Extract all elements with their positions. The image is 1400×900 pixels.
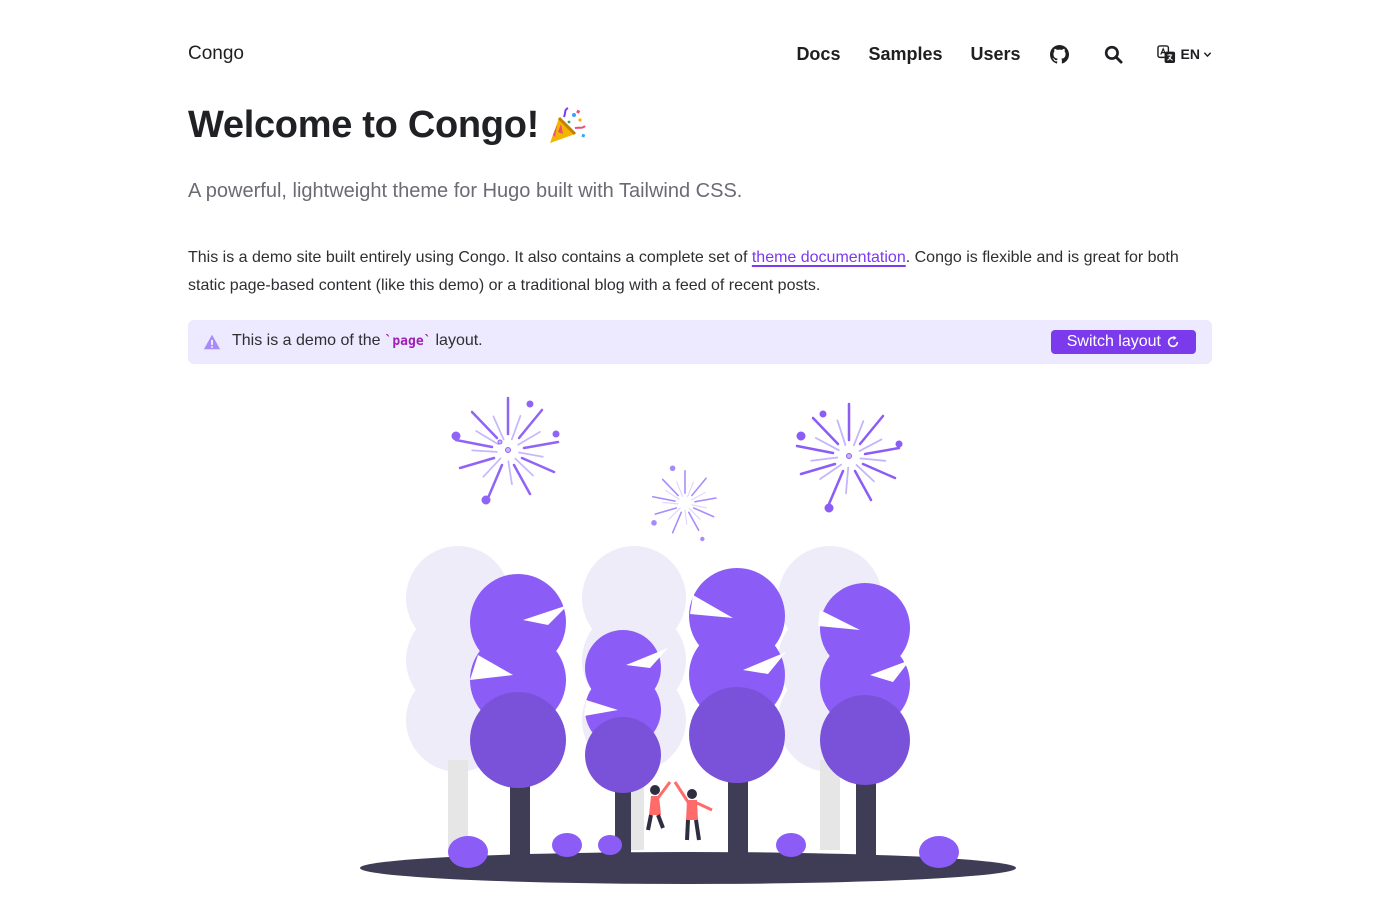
theme-documentation-link[interactable]: theme documentation <box>752 249 906 266</box>
site-header: Congo Docs Samples Users EN <box>188 40 1212 68</box>
party-popper-icon <box>547 106 587 146</box>
firework-left <box>451 396 560 505</box>
lead-paragraph: A powerful, lightweight theme for Hugo b… <box>188 180 743 202</box>
people-high-five <box>646 781 713 841</box>
chevron-down-icon <box>1203 46 1212 62</box>
main-nav: Docs Samples Users EN <box>796 40 1212 68</box>
alert-code: `page` <box>384 334 432 349</box>
intro-paragraph: This is a demo site built entirely using… <box>188 244 1212 300</box>
switch-layout-label: Switch layout <box>1066 333 1161 350</box>
nav-users[interactable]: Users <box>971 44 1021 65</box>
tree-4 <box>818 583 910 785</box>
search-icon[interactable] <box>1103 43 1125 65</box>
layout-alert: This is a demo of the `page` layout. Switc… <box>188 320 1212 364</box>
tree-2 <box>584 630 668 793</box>
refresh-icon <box>1166 335 1180 349</box>
nav-samples[interactable]: Samples <box>868 44 942 65</box>
intro-text-start: This is a demo site built entirely using… <box>188 249 752 266</box>
language-switcher[interactable]: EN <box>1156 44 1212 64</box>
alert-text-after: layout. <box>435 332 483 349</box>
warning-triangle-icon <box>203 333 221 351</box>
page-title-text: Welcome to Congo! <box>188 104 539 146</box>
translate-icon <box>1156 44 1176 64</box>
github-icon[interactable] <box>1049 43 1071 65</box>
switch-layout-button[interactable]: Switch layout <box>1050 330 1196 354</box>
celebration-illustration <box>358 390 1038 890</box>
alert-text-before: This is a demo of the <box>232 332 381 349</box>
alert-message: This is a demo of the `page` layout. <box>232 332 483 350</box>
tree-1 <box>470 574 568 788</box>
language-label: EN <box>1180 46 1200 62</box>
brand-logo-link[interactable]: Congo <box>188 43 244 65</box>
page-title: Welcome to Congo! <box>188 104 587 147</box>
firework-right <box>795 402 903 513</box>
tree-3 <box>689 568 786 783</box>
nav-docs[interactable]: Docs <box>796 44 840 65</box>
firework-middle <box>651 465 717 542</box>
